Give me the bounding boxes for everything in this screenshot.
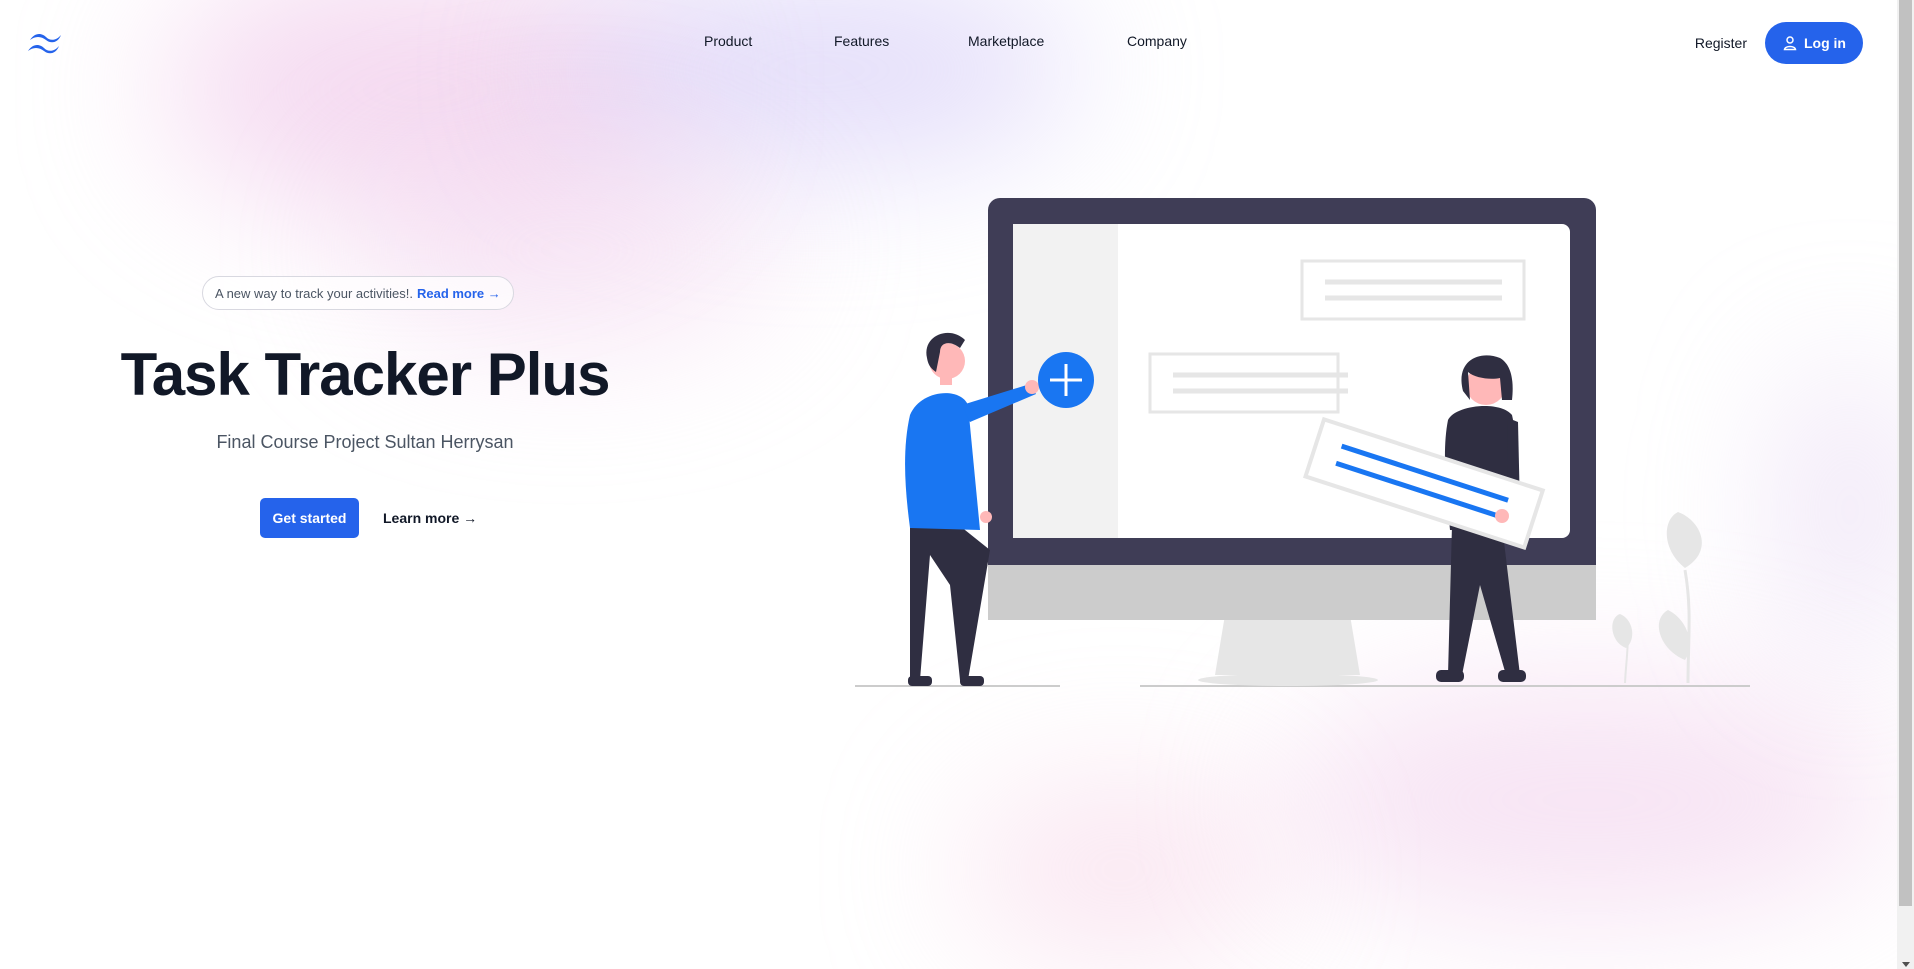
main-nav: Product Features Marketplace Company xyxy=(704,33,1187,49)
register-link[interactable]: Register xyxy=(1695,35,1747,51)
nav-marketplace[interactable]: Marketplace xyxy=(968,33,1127,49)
login-label: Log in xyxy=(1804,35,1846,51)
announcement-text: A new way to track your activities!. xyxy=(215,285,413,301)
nav-features[interactable]: Features xyxy=(834,33,968,49)
get-started-button[interactable]: Get started xyxy=(260,498,359,538)
tailwind-wave-icon[interactable] xyxy=(26,30,64,56)
read-more-link[interactable]: Read more → xyxy=(417,286,501,301)
nav-company[interactable]: Company xyxy=(1127,33,1187,49)
nav-product[interactable]: Product xyxy=(704,33,834,49)
learn-more-link[interactable]: Learn more → xyxy=(383,510,477,526)
auth-actions: Register Log in xyxy=(1695,22,1863,64)
scrollbar-thumb[interactable] xyxy=(1899,0,1912,906)
user-icon xyxy=(1783,36,1797,51)
announcement-pill: A new way to track your activities!. Rea… xyxy=(202,276,514,310)
page-title: Task Tracker Plus xyxy=(120,341,611,408)
login-button[interactable]: Log in xyxy=(1765,22,1863,64)
add-task-illustration xyxy=(855,198,1750,687)
page-subtitle: Final Course Project Sultan Herrysan xyxy=(216,432,514,452)
scroll-down-arrow-icon[interactable] xyxy=(1902,962,1910,967)
vertical-scrollbar[interactable] xyxy=(1897,0,1914,969)
landing-page: Product Features Marketplace Company Reg… xyxy=(0,0,1897,969)
